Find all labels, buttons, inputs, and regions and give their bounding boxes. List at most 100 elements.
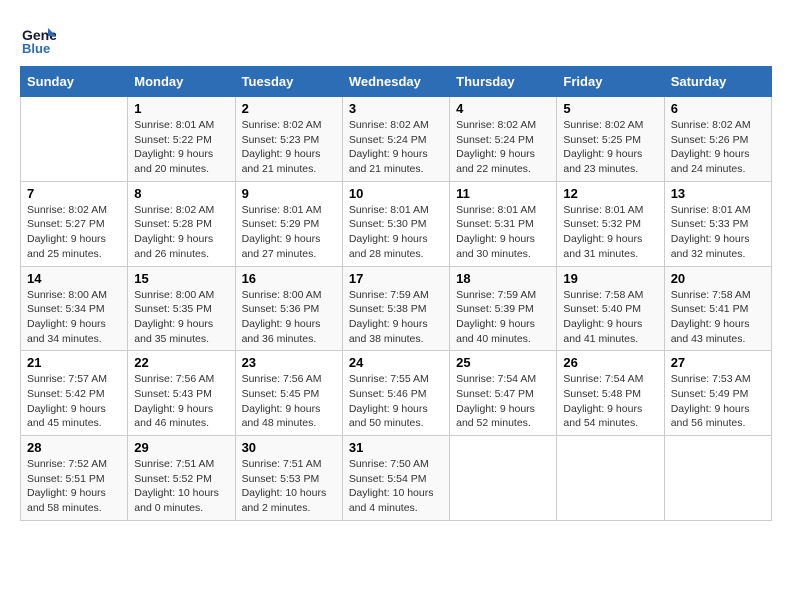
day-info: Sunrise: 8:01 AMSunset: 5:31 PMDaylight:… bbox=[456, 203, 550, 262]
day-info: Sunrise: 7:50 AMSunset: 5:54 PMDaylight:… bbox=[349, 457, 443, 516]
day-cell: 4Sunrise: 8:02 AMSunset: 5:24 PMDaylight… bbox=[450, 97, 557, 182]
day-cell: 1 Sunrise: 8:01 AMSunset: 5:22 PMDaylight… bbox=[128, 97, 235, 182]
day-number: 13 bbox=[671, 186, 765, 201]
day-cell: 24Sunrise: 7:55 AMSunset: 5:46 PMDayligh… bbox=[342, 351, 449, 436]
logo: General Blue bbox=[20, 20, 60, 56]
day-cell bbox=[21, 97, 128, 182]
day-info: Sunrise: 7:58 AMSunset: 5:41 PMDaylight:… bbox=[671, 288, 765, 347]
day-info: Sunrise: 7:53 AMSunset: 5:49 PMDaylight:… bbox=[671, 372, 765, 431]
day-number: 5 bbox=[563, 101, 657, 116]
day-info: Sunrise: 8:00 AMSunset: 5:36 PMDaylight:… bbox=[242, 288, 336, 347]
day-number: 20 bbox=[671, 271, 765, 286]
day-info: Sunrise: 7:51 AMSunset: 5:52 PMDaylight:… bbox=[134, 457, 228, 516]
day-number: 4 bbox=[456, 101, 550, 116]
day-cell: 25Sunrise: 7:54 AMSunset: 5:47 PMDayligh… bbox=[450, 351, 557, 436]
day-info: Sunrise: 8:02 AMSunset: 5:25 PMDaylight:… bbox=[563, 118, 657, 177]
day-number: 23 bbox=[242, 355, 336, 370]
day-number: 21 bbox=[27, 355, 121, 370]
day-info: Sunrise: 8:00 AMSunset: 5:35 PMDaylight:… bbox=[134, 288, 228, 347]
day-number: 27 bbox=[671, 355, 765, 370]
week-row-3: 14 Sunrise: 8:00 AMSunset: 5:34 PMDayligh… bbox=[21, 266, 772, 351]
day-info: Sunrise: 8:01 AMSunset: 5:29 PMDaylight:… bbox=[242, 203, 336, 262]
day-info: Sunrise: 7:58 AMSunset: 5:40 PMDaylight:… bbox=[563, 288, 657, 347]
day-number: 17 bbox=[349, 271, 443, 286]
day-cell: 16Sunrise: 8:00 AMSunset: 5:36 PMDayligh… bbox=[235, 266, 342, 351]
day-number: 12 bbox=[563, 186, 657, 201]
day-cell: 3 Sunrise: 8:02 AMSunset: 5:24 PMDaylight… bbox=[342, 97, 449, 182]
day-info: Sunrise: 7:52 AMSunset: 5:51 PMDaylight:… bbox=[27, 457, 121, 516]
day-info: Sunrise: 8:02 AMSunset: 5:24 PMDaylight:… bbox=[349, 118, 443, 177]
day-cell: 12 Sunrise: 8:01 AMSunset: 5:32 PMDayligh… bbox=[557, 181, 664, 266]
day-cell: 22 Sunrise: 7:56 AMSunset: 5:43 PMDayligh… bbox=[128, 351, 235, 436]
day-info: Sunrise: 8:01 AMSunset: 5:30 PMDaylight:… bbox=[349, 203, 443, 262]
day-info: Sunrise: 8:02 AMSunset: 5:27 PMDaylight:… bbox=[27, 203, 121, 262]
day-number: 22 bbox=[134, 355, 228, 370]
day-number: 7 bbox=[27, 186, 121, 201]
day-number: 6 bbox=[671, 101, 765, 116]
day-cell: 28 Sunrise: 7:52 AMSunset: 5:51 PMDayligh… bbox=[21, 436, 128, 521]
svg-text:Blue: Blue bbox=[22, 41, 50, 56]
day-number: 30 bbox=[242, 440, 336, 455]
day-cell: 18Sunrise: 7:59 AMSunset: 5:39 PMDayligh… bbox=[450, 266, 557, 351]
day-number: 24 bbox=[349, 355, 443, 370]
day-number: 19 bbox=[563, 271, 657, 286]
day-info: Sunrise: 7:56 AMSunset: 5:45 PMDaylight:… bbox=[242, 372, 336, 431]
day-info: Sunrise: 7:59 AMSunset: 5:38 PMDaylight:… bbox=[349, 288, 443, 347]
day-cell: 9Sunrise: 8:01 AMSunset: 5:29 PMDaylight… bbox=[235, 181, 342, 266]
day-info: Sunrise: 8:01 AMSunset: 5:33 PMDaylight:… bbox=[671, 203, 765, 262]
day-cell: 21 Sunrise: 7:57 AMSunset: 5:42 PMDayligh… bbox=[21, 351, 128, 436]
day-number: 28 bbox=[27, 440, 121, 455]
day-number: 10 bbox=[349, 186, 443, 201]
day-cell bbox=[557, 436, 664, 521]
day-number: 2 bbox=[242, 101, 336, 116]
weekday-header-monday: Monday bbox=[128, 67, 235, 97]
day-info: Sunrise: 8:01 AMSunset: 5:22 PMDaylight:… bbox=[134, 118, 228, 177]
day-cell: 13 Sunrise: 8:01 AMSunset: 5:33 PMDayligh… bbox=[664, 181, 771, 266]
day-info: Sunrise: 8:02 AMSunset: 5:28 PMDaylight:… bbox=[134, 203, 228, 262]
day-cell: 29 Sunrise: 7:51 AMSunset: 5:52 PMDayligh… bbox=[128, 436, 235, 521]
page-header: General Blue bbox=[20, 20, 772, 56]
day-info: Sunrise: 7:56 AMSunset: 5:43 PMDaylight:… bbox=[134, 372, 228, 431]
day-cell bbox=[664, 436, 771, 521]
day-cell: 27 Sunrise: 7:53 AMSunset: 5:49 PMDayligh… bbox=[664, 351, 771, 436]
week-row-2: 7 Sunrise: 8:02 AMSunset: 5:27 PMDaylight… bbox=[21, 181, 772, 266]
day-cell: 15 Sunrise: 8:00 AMSunset: 5:35 PMDayligh… bbox=[128, 266, 235, 351]
day-cell: 14 Sunrise: 8:00 AMSunset: 5:34 PMDayligh… bbox=[21, 266, 128, 351]
weekday-header-tuesday: Tuesday bbox=[235, 67, 342, 97]
day-info: Sunrise: 7:54 AMSunset: 5:48 PMDaylight:… bbox=[563, 372, 657, 431]
week-row-1: 1 Sunrise: 8:01 AMSunset: 5:22 PMDaylight… bbox=[21, 97, 772, 182]
day-number: 15 bbox=[134, 271, 228, 286]
day-info: Sunrise: 8:00 AMSunset: 5:34 PMDaylight:… bbox=[27, 288, 121, 347]
day-number: 1 bbox=[134, 101, 228, 116]
day-cell: 2 Sunrise: 8:02 AMSunset: 5:23 PMDaylight… bbox=[235, 97, 342, 182]
day-number: 3 bbox=[349, 101, 443, 116]
weekday-header-row: SundayMondayTuesdayWednesdayThursdayFrid… bbox=[21, 67, 772, 97]
day-info: Sunrise: 8:02 AMSunset: 5:23 PMDaylight:… bbox=[242, 118, 336, 177]
day-info: Sunrise: 7:51 AMSunset: 5:53 PMDaylight:… bbox=[242, 457, 336, 516]
weekday-header-wednesday: Wednesday bbox=[342, 67, 449, 97]
day-number: 18 bbox=[456, 271, 550, 286]
day-info: Sunrise: 8:01 AMSunset: 5:32 PMDaylight:… bbox=[563, 203, 657, 262]
calendar-body: 1 Sunrise: 8:01 AMSunset: 5:22 PMDaylight… bbox=[21, 97, 772, 521]
day-cell: 31 Sunrise: 7:50 AMSunset: 5:54 PMDayligh… bbox=[342, 436, 449, 521]
calendar-table: SundayMondayTuesdayWednesdayThursdayFrid… bbox=[20, 66, 772, 521]
day-number: 26 bbox=[563, 355, 657, 370]
day-cell: 5 Sunrise: 8:02 AMSunset: 5:25 PMDaylight… bbox=[557, 97, 664, 182]
logo-icon: General Blue bbox=[20, 20, 56, 56]
day-cell: 26 Sunrise: 7:54 AMSunset: 5:48 PMDayligh… bbox=[557, 351, 664, 436]
weekday-header-thursday: Thursday bbox=[450, 67, 557, 97]
day-cell: 17 Sunrise: 7:59 AMSunset: 5:38 PMDayligh… bbox=[342, 266, 449, 351]
day-number: 14 bbox=[27, 271, 121, 286]
day-info: Sunrise: 8:02 AMSunset: 5:26 PMDaylight:… bbox=[671, 118, 765, 177]
day-cell: 23 Sunrise: 7:56 AMSunset: 5:45 PMDayligh… bbox=[235, 351, 342, 436]
day-cell: 10 Sunrise: 8:01 AMSunset: 5:30 PMDayligh… bbox=[342, 181, 449, 266]
week-row-5: 28 Sunrise: 7:52 AMSunset: 5:51 PMDayligh… bbox=[21, 436, 772, 521]
weekday-header-sunday: Sunday bbox=[21, 67, 128, 97]
day-cell: 19 Sunrise: 7:58 AMSunset: 5:40 PMDayligh… bbox=[557, 266, 664, 351]
day-number: 31 bbox=[349, 440, 443, 455]
day-number: 29 bbox=[134, 440, 228, 455]
day-cell: 7 Sunrise: 8:02 AMSunset: 5:27 PMDaylight… bbox=[21, 181, 128, 266]
weekday-header-saturday: Saturday bbox=[664, 67, 771, 97]
day-info: Sunrise: 7:57 AMSunset: 5:42 PMDaylight:… bbox=[27, 372, 121, 431]
day-number: 25 bbox=[456, 355, 550, 370]
